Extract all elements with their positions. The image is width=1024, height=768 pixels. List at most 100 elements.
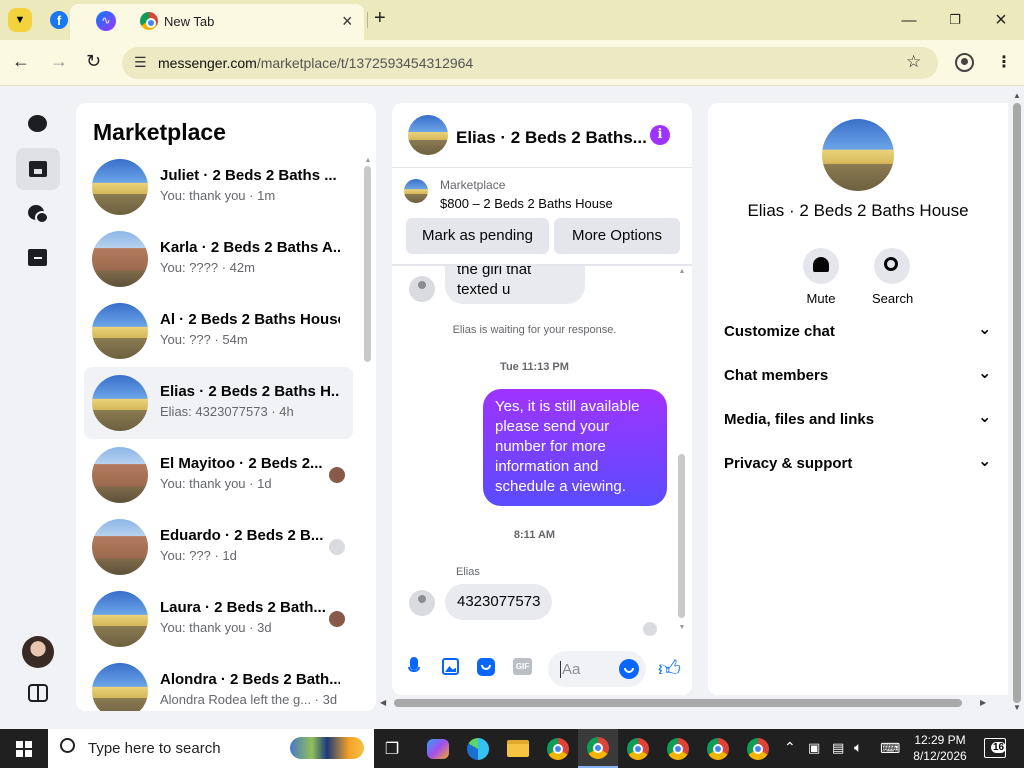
- mark-pending-button[interactable]: Mark as pending: [406, 218, 549, 254]
- user-avatar[interactable]: [22, 636, 54, 668]
- conversation-row[interactable]: Karla · 2 Beds 2 Baths A... You: ???? · 4…: [84, 223, 353, 295]
- chat-header-avatar[interactable]: [408, 115, 448, 155]
- scrollbar-thumb[interactable]: [678, 454, 685, 618]
- details-section-row[interactable]: Media, files and links ⌄: [724, 409, 992, 455]
- maximize-button[interactable]: ❐: [932, 0, 978, 40]
- incoming-message-bubble[interactable]: 4323077573: [445, 584, 553, 620]
- network-icon[interactable]: ▤: [832, 740, 844, 756]
- chevron-down-icon: ⌄: [978, 409, 992, 426]
- address-bar[interactable]: ☰ messenger.com/marketplace/t/1372593454…: [122, 47, 938, 79]
- file-explorer-button[interactable]: [498, 729, 538, 768]
- details-section-row[interactable]: Customize chat ⌄: [724, 321, 992, 367]
- chrome-icon: [547, 737, 569, 760]
- url-host: messenger.com: [158, 55, 257, 71]
- conversation-row[interactable]: Al · 2 Beds 2 Baths House You: ??? · 54m: [84, 295, 353, 367]
- attach-photo-button[interactable]: [442, 658, 459, 675]
- page-horizontal-scrollbar[interactable]: ◀ ▶: [376, 695, 1010, 711]
- close-icon: ×: [995, 8, 1007, 31]
- more-options-button[interactable]: More Options: [554, 218, 680, 254]
- windows-taskbar: Type here to search ❐ ⌃ ▣ ▤ 🔈︎ ⌨ 12:29 P…: [0, 729, 1024, 768]
- scrollbar-thumb[interactable]: [1013, 103, 1021, 703]
- like-button[interactable]: 👍︎: [658, 655, 681, 682]
- sticker-button[interactable]: [477, 658, 495, 676]
- clock[interactable]: 12:29 PM 8/12/2026: [910, 732, 970, 764]
- chat-panel: Elias · 2 Beds 2 Baths... i Marketplace …: [392, 103, 692, 695]
- chat-header-title[interactable]: Elias · 2 Beds 2 Baths...: [456, 128, 647, 148]
- profile-button[interactable]: [955, 53, 974, 72]
- conversation-row[interactable]: Elias · 2 Beds 2 Baths H... Elias: 432307…: [84, 367, 353, 439]
- image-icon: [445, 666, 456, 672]
- chrome-taskbar-5[interactable]: [698, 729, 738, 768]
- emoji-button[interactable]: [619, 659, 639, 679]
- edge-button[interactable]: [458, 729, 498, 768]
- notifications-button[interactable]: 16: [984, 738, 1007, 758]
- site-info-icon[interactable]: ☰: [134, 54, 147, 71]
- conversation-info-button[interactable]: i: [650, 125, 670, 145]
- gif-button[interactable]: GIF: [513, 658, 532, 675]
- new-tab-button[interactable]: +: [374, 7, 386, 30]
- scrollbar-thumb[interactable]: [394, 699, 962, 707]
- conversation-text: El Mayitoo · 2 Beds 2... You: thank you ·…: [160, 455, 340, 491]
- search-in-chat-button[interactable]: [874, 248, 910, 284]
- keyboard-icon[interactable]: ⌨: [880, 740, 900, 757]
- page-vertical-scrollbar[interactable]: ▲ ▼: [1010, 87, 1024, 729]
- mute-button[interactable]: [803, 248, 839, 284]
- tab-new-tab[interactable]: New Tab ×: [130, 4, 364, 40]
- conversation-name: Eduardo · 2 Beds 2 B...: [160, 527, 324, 544]
- meet-now-icon[interactable]: ▣: [808, 740, 820, 756]
- message-input[interactable]: Aa: [548, 651, 646, 687]
- details-section-row[interactable]: Chat members ⌄: [724, 365, 992, 411]
- minimize-button[interactable]: —: [886, 0, 932, 40]
- read-receipt-avatar: [643, 622, 657, 636]
- thread-scrollbar[interactable]: ▲ ▼: [678, 268, 686, 638]
- tab-search-button[interactable]: ▼: [8, 8, 32, 32]
- show-hidden-icons-button[interactable]: ⌃: [784, 739, 796, 756]
- close-window-button[interactable]: ×: [978, 0, 1024, 40]
- back-button[interactable]: ←: [12, 51, 30, 72]
- details-avatar[interactable]: [822, 119, 894, 191]
- conversation-row[interactable]: El Mayitoo · 2 Beds 2... You: thank you ·…: [84, 439, 353, 511]
- search-action[interactable]: Search: [872, 248, 913, 306]
- archive-nav-button[interactable]: [28, 249, 48, 267]
- details-section-row[interactable]: Privacy & support ⌄: [724, 453, 992, 499]
- chrome-taskbar-2[interactable]: [578, 729, 618, 768]
- conversation-row[interactable]: Eduardo · 2 Beds 2 B... You: ??? · 1d: [84, 511, 353, 583]
- chrome-taskbar-4[interactable]: [658, 729, 698, 768]
- mute-action[interactable]: Mute: [802, 248, 840, 306]
- chat-bubble-icon: [28, 115, 47, 132]
- listing-thumbnail[interactable]: [404, 179, 428, 203]
- forward-button[interactable]: →: [50, 51, 68, 72]
- conversation-row[interactable]: Alondra · 2 Beds 2 Bath... Alondra Rodea …: [84, 655, 353, 711]
- conversation-row[interactable]: Laura · 2 Beds 2 Bath... You: thank you ·…: [84, 583, 353, 655]
- taskbar-search-box[interactable]: Type here to search: [48, 729, 374, 768]
- list-scrollbar[interactable]: ▲: [364, 157, 372, 711]
- chrome-taskbar-1[interactable]: [538, 729, 578, 768]
- close-tab-icon[interactable]: ×: [342, 11, 353, 32]
- prev-message-bubble[interactable]: the girl that texted u: [445, 266, 585, 304]
- toggle-sidebar-button[interactable]: [28, 684, 48, 702]
- bookmark-star-icon[interactable]: ☆: [906, 52, 921, 72]
- marketplace-nav-button[interactable]: [16, 148, 60, 190]
- chats-nav-button[interactable]: [28, 115, 48, 133]
- browser-menu-button[interactable]: ⋮: [996, 52, 1012, 72]
- listing-title[interactable]: $800 – 2 Beds 2 Baths House: [440, 196, 613, 211]
- scrollbar-thumb[interactable]: [364, 166, 371, 362]
- copilot-button[interactable]: [418, 729, 458, 768]
- scroll-up-arrow-icon: ▲: [1013, 91, 1021, 100]
- chrome-profile-icon: [587, 736, 609, 759]
- conversation-details-panel: Elias · 2 Beds 2 Baths House Mute Search…: [708, 103, 1008, 695]
- chrome-taskbar-3[interactable]: [618, 729, 658, 768]
- facebook-icon: f: [50, 11, 68, 29]
- chrome-taskbar-6[interactable]: [738, 729, 778, 768]
- tab-facebook[interactable]: f: [48, 9, 70, 31]
- communities-nav-button[interactable]: [28, 205, 50, 225]
- start-button[interactable]: [0, 729, 48, 768]
- voice-clip-button[interactable]: [406, 657, 422, 679]
- task-view-button[interactable]: ❐: [372, 729, 412, 768]
- outgoing-message-bubble[interactable]: Yes, it is still available please send y…: [483, 389, 667, 506]
- reload-button[interactable]: ↻: [86, 51, 101, 72]
- conversation-row[interactable]: Juliet · 2 Beds 2 Baths ... You: thank yo…: [84, 151, 353, 223]
- volume-icon[interactable]: 🔈︎: [854, 739, 862, 756]
- bell-icon: [813, 257, 829, 272]
- messenger-page: Marketplace Juliet · 2 Beds 2 Baths ... Y…: [0, 87, 1024, 729]
